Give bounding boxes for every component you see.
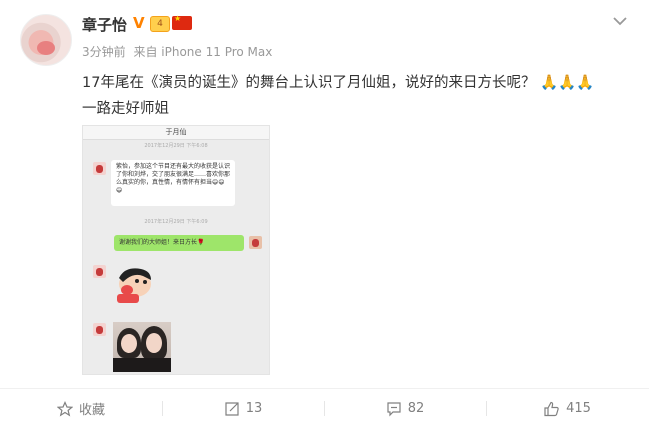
post-meta: 3分钟前 来自 iPhone 11 Pro Max — [82, 43, 276, 60]
chat-message-sent: 谢谢我们的大师姐！来日方长🌹 — [114, 235, 244, 251]
favorite-label: 收藏 — [78, 403, 105, 418]
post-text: 17年尾在《演员的诞生》的舞台上认识了月仙姐，说好的来日方长呢？ 🙏🙏🙏 一路走… — [82, 70, 637, 122]
post-text-line-1: 17年尾在《演员的诞生》的舞台上认识了月仙姐，说好的来日方长呢？ — [82, 75, 536, 91]
comment-button[interactable]: 82 — [324, 389, 486, 428]
pray-icon: 🙏 — [540, 75, 559, 91]
repost-button[interactable]: 13 — [162, 389, 324, 428]
comment-icon — [387, 401, 401, 416]
pray-icon: 🙏 — [558, 75, 577, 91]
star-icon — [56, 400, 73, 417]
post-time[interactable]: 3分钟前 — [82, 45, 126, 59]
favorite-button[interactable]: 收藏 — [0, 389, 162, 428]
chat-avatar-self — [249, 236, 262, 249]
repost-count: 13 — [245, 401, 263, 416]
chat-timestamp: 2017年12月29日 下午6:08 — [144, 143, 208, 149]
chat-avatar — [93, 162, 106, 175]
like-button[interactable]: 415 — [486, 389, 648, 428]
action-bar: 收藏 13 82 415 — [0, 388, 649, 428]
comment-count: 82 — [407, 401, 425, 416]
member-level-badge[interactable]: 4 — [150, 16, 170, 32]
china-flag-icon — [172, 14, 192, 30]
verified-v-icon: V — [133, 14, 145, 32]
post-text-line-2: 一路走好师姐 — [82, 101, 169, 117]
chat-timestamp: 2017年12月29日 下午6:09 — [144, 219, 208, 225]
thumbs-up-icon — [544, 401, 559, 416]
chevron-down-icon[interactable] — [611, 14, 629, 28]
repost-icon — [225, 401, 239, 416]
user-name[interactable]: 章子怡 — [82, 14, 127, 35]
chat-avatar — [93, 323, 106, 336]
like-count: 415 — [566, 401, 591, 416]
cartoon-sticker — [117, 268, 151, 303]
chat-message-received: 紫怡，参加这个节目还有最大的收获是认识了你和刘烨，交了朋友很满足……喜欢你那么真… — [111, 160, 235, 206]
chat-header-title: 于月仙 — [83, 126, 269, 140]
chat-avatar — [93, 265, 106, 278]
weibo-post: 章子怡 V 4 3分钟前 来自 iPhone 11 Pro Max 17年尾在《… — [0, 0, 649, 428]
pray-icon: 🙏 — [576, 75, 595, 91]
chat-photo — [113, 322, 171, 372]
attached-chat-screenshot[interactable]: 于月仙 2017年12月29日 下午6:08 紫怡，参加这个节目还有最大的收获是… — [82, 125, 270, 375]
post-source: 来自 iPhone 11 Pro Max — [133, 45, 273, 59]
avatar[interactable] — [20, 14, 72, 66]
